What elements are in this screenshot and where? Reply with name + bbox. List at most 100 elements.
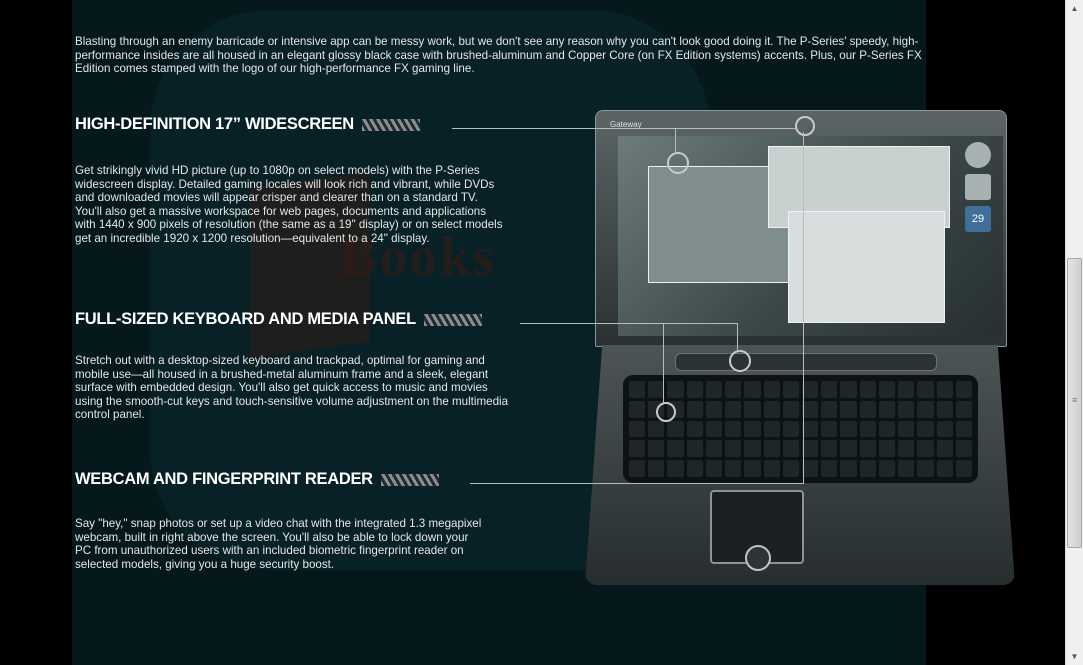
keyboard-key bbox=[667, 460, 684, 477]
keyboard-key bbox=[898, 381, 915, 398]
calendar-date: 29 bbox=[971, 213, 985, 225]
keyboard-key bbox=[629, 440, 646, 458]
keyboard-key bbox=[898, 400, 915, 418]
connector-line-keyboard bbox=[520, 323, 737, 324]
connector-line-webcam-vertical bbox=[803, 132, 804, 483]
keyboard-key bbox=[705, 440, 723, 458]
keyboard-key bbox=[782, 400, 799, 418]
keyboard-key bbox=[629, 420, 646, 438]
keyboard-key bbox=[936, 420, 953, 438]
scroll-thumb[interactable]: ≡ bbox=[1067, 258, 1082, 548]
keyboard-key bbox=[955, 440, 972, 458]
keyboard-key bbox=[917, 400, 934, 418]
keyboard-key bbox=[840, 400, 857, 418]
keyboard-key bbox=[821, 420, 838, 438]
keyboard-key bbox=[782, 420, 799, 438]
intro-paragraph: Blasting through an enemy barricade or i… bbox=[75, 35, 922, 76]
keyboard-key bbox=[917, 381, 934, 398]
callout-circle-screen bbox=[667, 152, 689, 174]
slideshow-gadget-icon bbox=[965, 174, 991, 200]
callout-circle-webcam bbox=[795, 116, 815, 136]
hatch-decoration-icon bbox=[423, 313, 482, 326]
callout-circle-keyboard bbox=[656, 402, 676, 422]
keyboard-key bbox=[725, 420, 742, 438]
scroll-up-icon[interactable]: ▲ bbox=[1066, 0, 1083, 17]
keyboard-key bbox=[917, 460, 934, 477]
keyboard-key bbox=[821, 440, 838, 458]
keyboard-key bbox=[955, 400, 972, 418]
keyboard-key bbox=[667, 440, 684, 458]
keyboard-key bbox=[859, 460, 876, 477]
heading-hd-widescreen: HIGH-DEFINITION 17” WIDESCREEN bbox=[75, 115, 420, 134]
keyboard-key bbox=[801, 440, 819, 458]
keyboard-key bbox=[782, 440, 799, 458]
keyboard-key bbox=[667, 420, 684, 438]
paragraph-keyboard-media: Stretch out with a desktop-sized keyboar… bbox=[75, 354, 509, 422]
keyboard-key bbox=[955, 381, 972, 398]
keyboard-key bbox=[955, 420, 972, 438]
keyboard-key bbox=[840, 420, 857, 438]
keyboard-key bbox=[878, 420, 896, 438]
heading-webcam-fingerprint: WEBCAM AND FINGERPRINT READER bbox=[75, 470, 439, 489]
scroll-grip-icon: ≡ bbox=[1072, 395, 1078, 405]
keyboard-key bbox=[801, 381, 819, 398]
laptop-keyboard bbox=[623, 375, 978, 483]
keyboard-key bbox=[936, 460, 953, 477]
keyboard-key bbox=[686, 400, 703, 418]
keyboard-key bbox=[667, 381, 684, 398]
laptop-lid: Gateway 29 bbox=[595, 110, 1007, 347]
callout-circle-media-panel bbox=[729, 350, 751, 372]
connector-line-webcam bbox=[470, 483, 804, 484]
keyboard-key bbox=[763, 460, 780, 477]
keyboard-key bbox=[878, 381, 896, 398]
connector-line-hd bbox=[452, 128, 797, 129]
paragraph-hd-widescreen: Get strikingly vivid HD picture (up to 1… bbox=[75, 164, 503, 245]
keyboard-key bbox=[840, 440, 857, 458]
keyboard-key bbox=[629, 381, 646, 398]
keyboard-key bbox=[744, 460, 761, 477]
screen-window-photos bbox=[788, 211, 945, 323]
clock-gadget-icon bbox=[965, 142, 991, 168]
keyboard-key bbox=[686, 420, 703, 438]
keyboard-key bbox=[686, 381, 703, 398]
keyboard-key bbox=[859, 420, 876, 438]
scroll-down-icon[interactable]: ▼ bbox=[1066, 648, 1083, 665]
keyboard-key bbox=[648, 420, 665, 438]
connector-line-keyboard-left bbox=[663, 323, 664, 403]
keyboard-key bbox=[763, 400, 780, 418]
desktop-gadgets: 29 bbox=[965, 142, 995, 282]
heading-keyboard-media-label: FULL-SIZED KEYBOARD AND MEDIA PANEL bbox=[75, 310, 416, 328]
keyboard-key bbox=[821, 400, 838, 418]
keyboard-key bbox=[821, 381, 838, 398]
keyboard-key bbox=[782, 460, 799, 477]
keyboard-key bbox=[705, 381, 723, 398]
keyboard-key bbox=[648, 381, 665, 398]
keyboard-key bbox=[725, 381, 742, 398]
keyboard-key bbox=[878, 460, 896, 477]
connector-line-hd-vertical bbox=[675, 128, 676, 153]
keyboard-key bbox=[705, 460, 723, 477]
hatch-decoration-icon bbox=[361, 118, 420, 131]
keyboard-key bbox=[648, 440, 665, 458]
keyboard-key bbox=[840, 460, 857, 477]
keyboard-key bbox=[898, 420, 915, 438]
keyboard-key bbox=[821, 460, 838, 477]
keyboard-key bbox=[648, 460, 665, 477]
keyboard-key bbox=[744, 381, 761, 398]
fingerprint-reader-icon bbox=[745, 545, 771, 571]
keyboard-key bbox=[705, 420, 723, 438]
keyboard-key bbox=[744, 400, 761, 418]
keyboard-key bbox=[840, 381, 857, 398]
heading-webcam-fingerprint-label: WEBCAM AND FINGERPRINT READER bbox=[75, 470, 373, 488]
keyboard-key bbox=[936, 440, 953, 458]
keyboard-key bbox=[686, 460, 703, 477]
heading-hd-widescreen-label: HIGH-DEFINITION 17” WIDESCREEN bbox=[75, 115, 354, 133]
keyboard-key bbox=[801, 420, 819, 438]
keyboard-key bbox=[955, 460, 972, 477]
keyboard-key bbox=[801, 460, 819, 477]
keyboard-key bbox=[744, 420, 761, 438]
keyboard-key bbox=[917, 420, 934, 438]
vertical-scrollbar[interactable]: ▲ ≡ ▼ bbox=[1065, 0, 1083, 665]
keyboard-key bbox=[898, 460, 915, 477]
keyboard-key bbox=[936, 400, 953, 418]
